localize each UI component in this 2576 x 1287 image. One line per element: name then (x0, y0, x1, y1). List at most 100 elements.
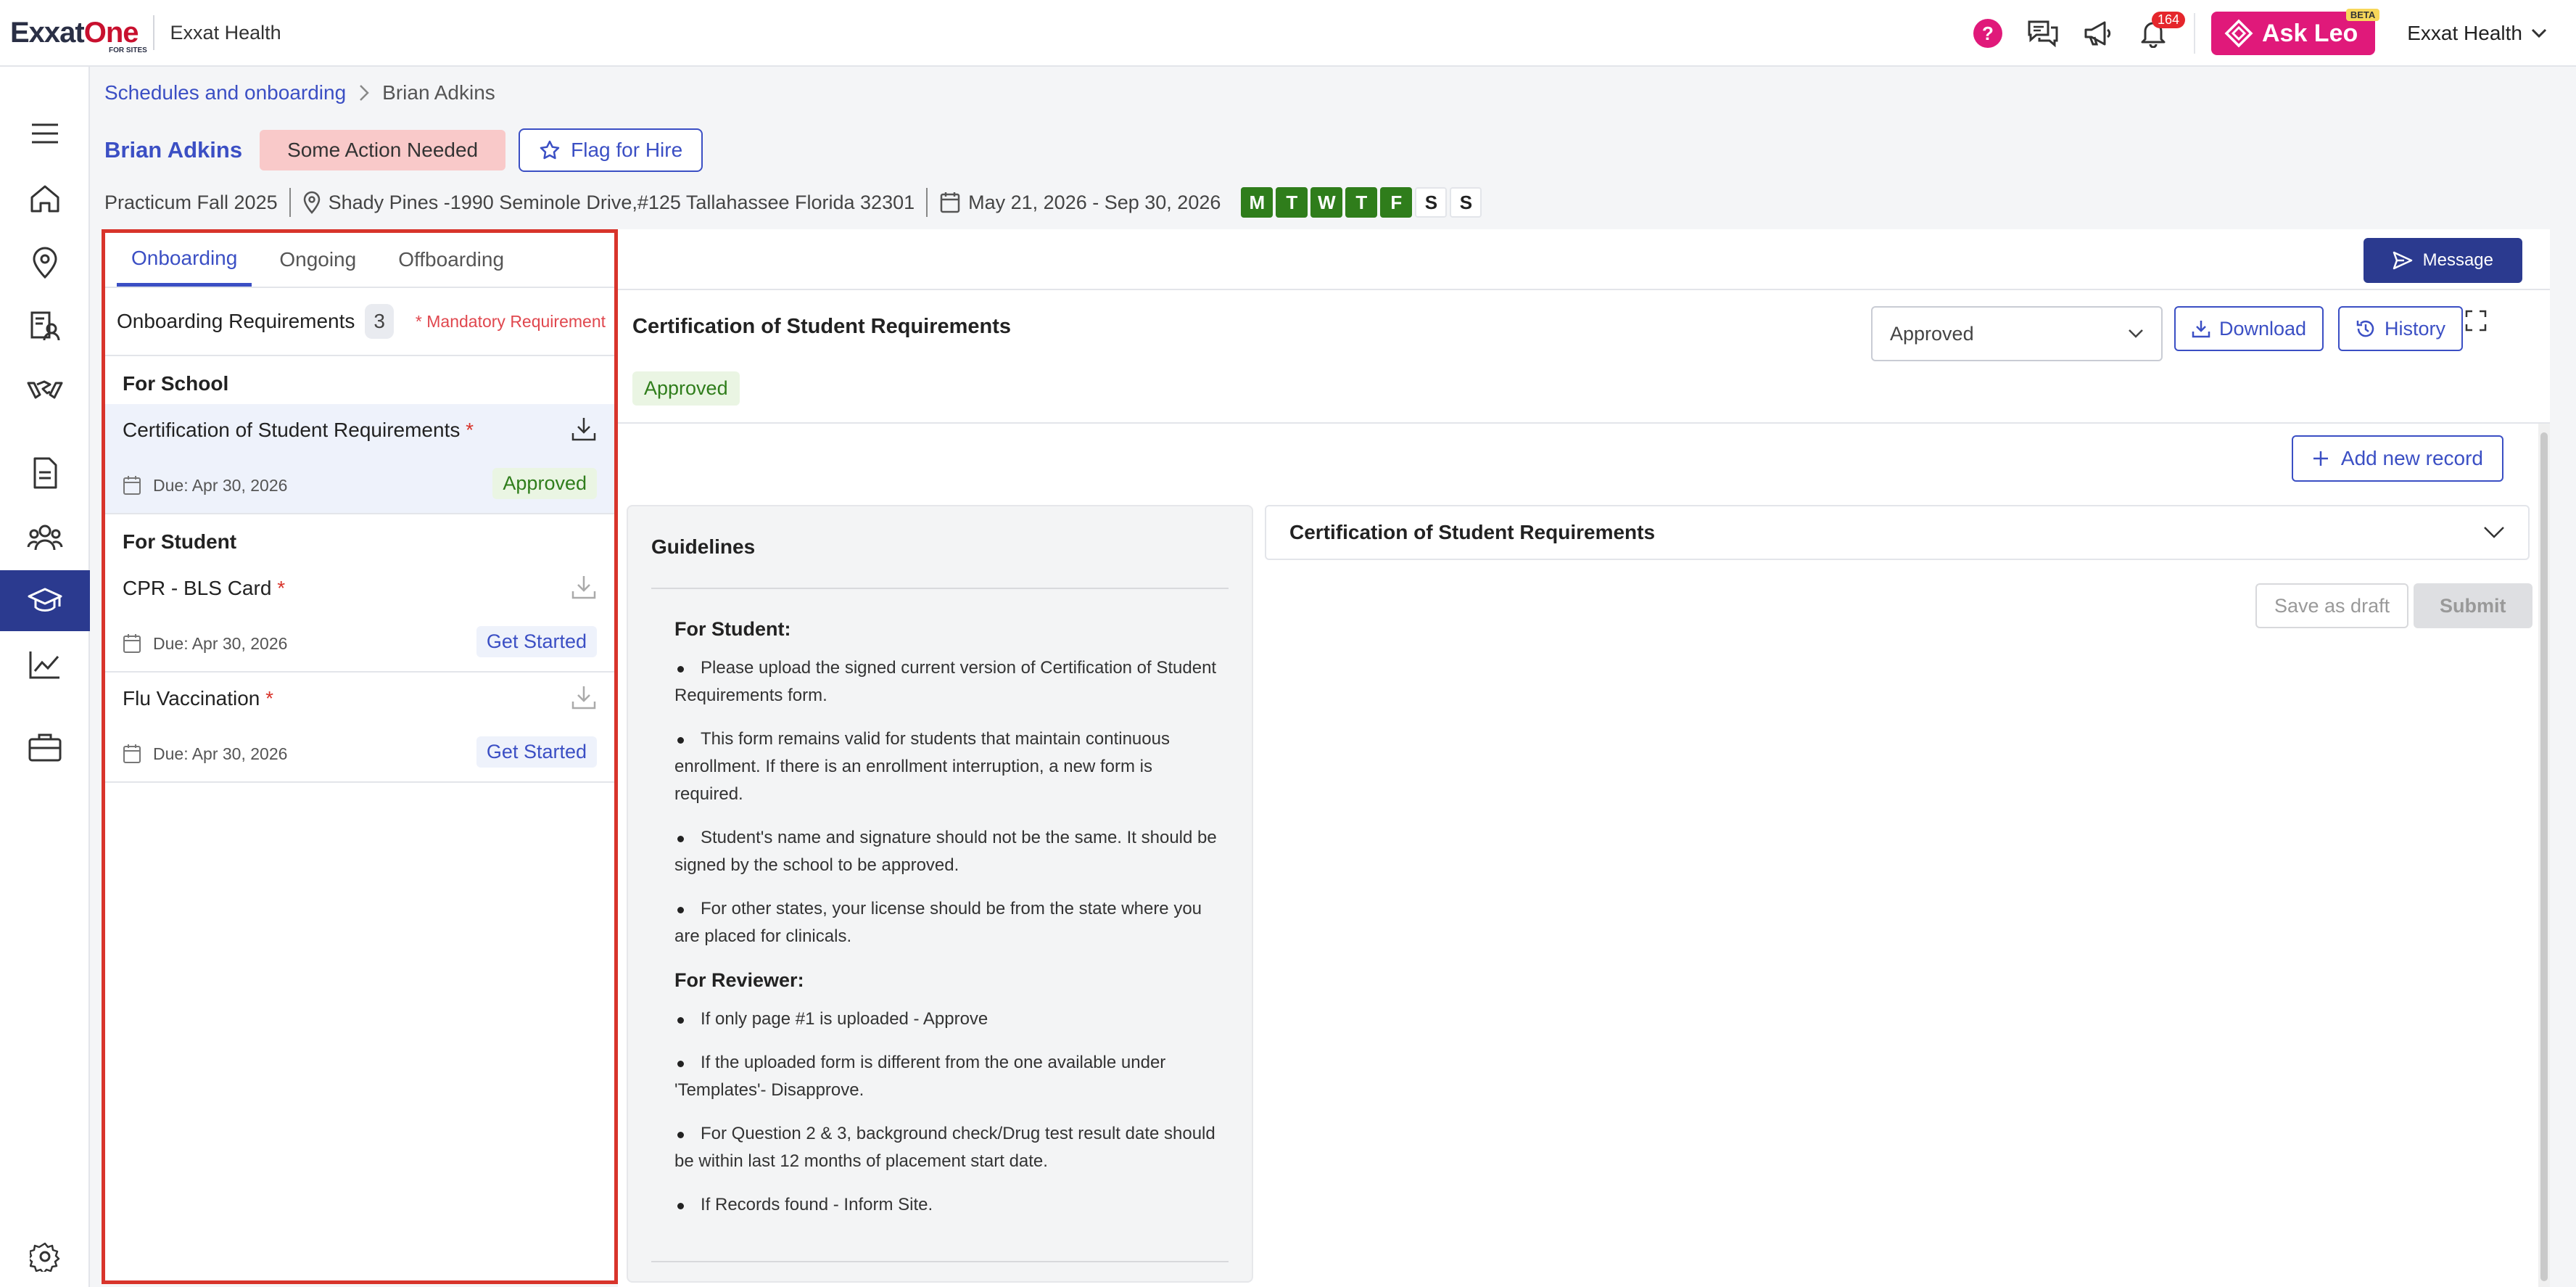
requirement-status: Approved (492, 468, 597, 499)
document-title: Certification of Student Requirements (632, 315, 1012, 338)
add-new-record-label: Add new record (2340, 447, 2483, 469)
day-sunday: S (1450, 187, 1482, 218)
fullscreen-button[interactable] (2464, 309, 2488, 336)
header-divider (2193, 13, 2195, 54)
download-icon (571, 686, 596, 710)
sidebar-item-documents[interactable] (0, 443, 90, 503)
day-thursday: T (1345, 187, 1378, 218)
history-button[interactable]: History (2338, 306, 2464, 351)
plus-icon (2313, 451, 2328, 466)
megaphone-icon (2084, 21, 2111, 46)
day-saturday: S (1415, 187, 1448, 218)
notifications-button[interactable]: 164 (2131, 12, 2186, 55)
sidebar-item-schedules[interactable] (0, 570, 90, 631)
people-icon (27, 525, 63, 551)
requirements-title: Onboarding Requirements (117, 310, 355, 332)
breadcrumb-schedules-link[interactable]: Schedules and onboarding (104, 81, 346, 104)
calendar-icon (123, 634, 141, 653)
student-name[interactable]: Brian Adkins (104, 137, 242, 163)
sidebar-item-locations[interactable] (0, 232, 90, 293)
sidebar-item-home[interactable] (0, 168, 90, 229)
announcements-button[interactable] (2076, 12, 2120, 55)
requirement-name: Flu Vaccination * (123, 687, 274, 710)
message-label: Message (2422, 250, 2493, 270)
scrollbar[interactable] (2538, 424, 2550, 1287)
logo-divider (152, 15, 154, 50)
expand-icon (2465, 310, 2487, 332)
breadcrumb-current: Brian Adkins (382, 81, 495, 104)
graduation-cap-icon (28, 588, 62, 612)
divider (618, 289, 2550, 290)
sidebar-item-people[interactable] (0, 506, 90, 567)
help-icon: ? (1973, 19, 2002, 48)
sidebar-menu-toggle[interactable] (0, 103, 90, 164)
logo-text: ExxatOne (10, 16, 139, 49)
send-icon (2393, 251, 2412, 270)
schedule-days: M T W T F S S (1241, 187, 1485, 218)
chevron-down-icon (2484, 527, 2504, 538)
student-header: Brian Adkins Some Action Needed Flag for… (104, 128, 703, 173)
day-friday: F (1380, 187, 1413, 218)
exxat-logo[interactable]: ExxatOne FOR SITES (10, 0, 147, 66)
ask-leo-label: Ask Leo (2261, 19, 2358, 47)
guideline-item: If Records found - Inform Site. (674, 1191, 1226, 1219)
tab-ongoing[interactable]: Ongoing (265, 233, 371, 287)
requirement-status[interactable]: Get Started (476, 736, 597, 768)
guidelines-reviewer-list: If only page #1 is uploaded - Approve If… (674, 1006, 1226, 1219)
download-button[interactable] (571, 684, 597, 714)
tab-onboarding[interactable]: Onboarding (117, 233, 252, 287)
requirement-form-accordion[interactable]: Certification of Student Requirements (1265, 505, 2530, 560)
user-menu[interactable]: Exxat Health (2407, 22, 2547, 45)
calendar-icon (940, 192, 960, 213)
menu-icon (32, 123, 58, 144)
program-name: Practicum Fall 2025 (104, 191, 278, 213)
group-title-student: For Student (123, 530, 237, 553)
download-document-button[interactable]: Download (2174, 306, 2324, 351)
sidebar-item-jobs[interactable] (0, 717, 90, 778)
flag-for-hire-button[interactable]: Flag for Hire (519, 128, 703, 172)
status-select-value: Approved (1890, 322, 1974, 345)
sidebar-item-profiles[interactable] (0, 296, 90, 357)
requirement-item[interactable]: Flu Vaccination * Due: Apr 30, 2026 Get … (105, 673, 614, 783)
scrollbar-thumb[interactable] (2540, 432, 2548, 1281)
submit-button[interactable]: Submit (2414, 583, 2532, 628)
ask-leo-button[interactable]: Ask Leo BETA (2210, 9, 2380, 55)
sidebar-item-analytics[interactable] (0, 634, 90, 695)
sidebar-item-partnerships[interactable] (0, 360, 90, 421)
guideline-item: For other states, your license should be… (674, 895, 1226, 950)
day-tuesday: T (1276, 187, 1308, 218)
analytics-icon (29, 651, 59, 679)
home-icon (30, 185, 59, 213)
requirement-item[interactable]: CPR - BLS Card * Due: Apr 30, 2026 Get S… (105, 562, 614, 673)
placement-location: Shady Pines -1990 Seminole Drive,#125 Ta… (328, 191, 915, 213)
chat-button[interactable] (2021, 12, 2065, 55)
divider (618, 422, 2550, 424)
save-draft-button[interactable]: Save as draft (2255, 583, 2409, 628)
download-button[interactable] (571, 416, 597, 445)
guidelines-student-heading: For Student: (674, 618, 791, 640)
sidebar-item-settings[interactable] (0, 1226, 90, 1287)
requirement-detail: Message Certification of Student Require… (618, 229, 2550, 1287)
help-button[interactable]: ? (1966, 12, 2010, 55)
add-new-record-button[interactable]: Add new record (2291, 435, 2503, 482)
chevron-down-icon (2129, 329, 2143, 338)
history-label: History (2385, 317, 2446, 340)
download-button[interactable] (571, 574, 597, 604)
requirement-status[interactable]: Get Started (476, 626, 597, 657)
download-label: Download (2219, 317, 2307, 340)
mandatory-note: * Mandatory Requirement (415, 311, 606, 331)
requirement-due: Due: Apr 30, 2026 (123, 744, 287, 764)
settings-icon (30, 1242, 60, 1272)
logo-subtitle: FOR SITES (109, 46, 147, 54)
requirements-panel: Onboarding Ongoing Offboarding Onboardin… (102, 229, 618, 1284)
tab-offboarding[interactable]: Offboarding (384, 233, 519, 287)
beta-badge: BETA (2345, 9, 2380, 21)
guideline-item: If the uploaded form is different from t… (674, 1049, 1226, 1104)
requirement-item[interactable]: Certification of Student Requirements * … (105, 404, 614, 514)
message-button[interactable]: Message (2363, 238, 2522, 283)
status-select[interactable]: Approved (1871, 306, 2163, 361)
briefcase-icon (28, 733, 62, 762)
requirement-due: Due: Apr 30, 2026 (123, 475, 287, 496)
status-badge: Some Action Needed (260, 130, 506, 170)
day-wednesday: W (1310, 187, 1343, 218)
